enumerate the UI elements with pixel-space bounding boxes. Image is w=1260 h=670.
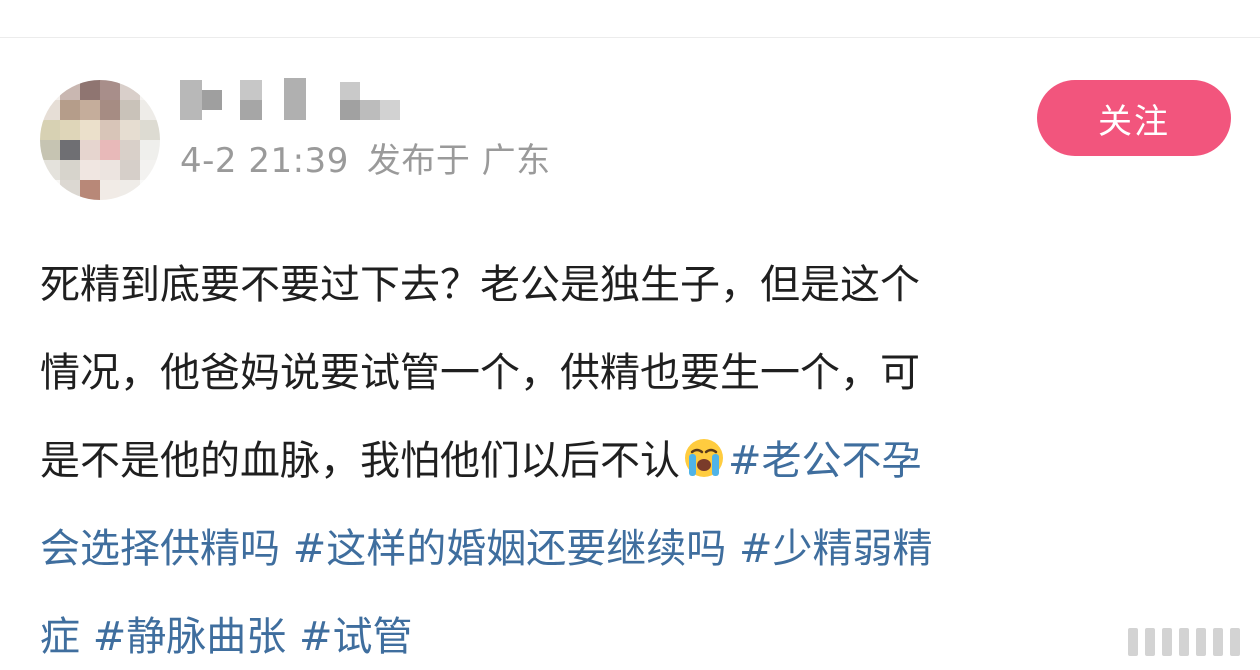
post-text-line-2: 情况，他爸妈说要试管一个，供精也要生一个，可 — [40, 350, 920, 396]
hashtag-link-1[interactable]: #老公不孕 — [728, 438, 922, 484]
username-blurred[interactable] — [180, 78, 420, 122]
post-timestamp: 4-2 21:39 — [180, 141, 349, 181]
watermark — [1128, 628, 1240, 656]
crying-face-emoji-icon — [682, 423, 726, 477]
post-text-line-4: 会选择供精吗 #这样的婚姻还要继续吗 #少精弱精 — [40, 505, 1220, 593]
top-divider — [0, 0, 1260, 38]
follow-button[interactable]: 关注 — [1037, 80, 1231, 156]
post-meta: 4-2 21:39 发布于 广东 — [180, 133, 569, 182]
post-content: 死精到底要不要过下去？老公是独生子，但是这个 情况，他爸妈说要试管一个，供精也要… — [40, 241, 1220, 670]
post-text-line-1: 死精到底要不要过下去？老公是独生子，但是这个 — [40, 262, 920, 308]
hashtag-link-3[interactable]: #少精弱精 — [739, 526, 933, 572]
hashtag-link-5[interactable]: #试管 — [299, 614, 413, 660]
hashtag-link-1-cont[interactable]: 会选择供精吗 — [40, 526, 280, 572]
post-location: 发布于 广东 — [366, 141, 551, 181]
avatar[interactable] — [40, 80, 160, 200]
post-text-line-3-text: 是不是他的血脉，我怕他们以后不认 — [40, 438, 680, 484]
post-text-line-3: 是不是他的血脉，我怕他们以后不认 #老公不孕 — [40, 417, 1220, 505]
avatar-image — [40, 80, 160, 200]
hashtag-link-3-cont[interactable]: 症 — [40, 614, 80, 660]
hashtag-link-2[interactable]: #这样的婚姻还要继续吗 — [293, 526, 727, 572]
hashtag-link-4[interactable]: #静脉曲张 — [93, 614, 287, 660]
post-text-line-5: 症 #静脉曲张 #试管 — [40, 593, 1220, 670]
